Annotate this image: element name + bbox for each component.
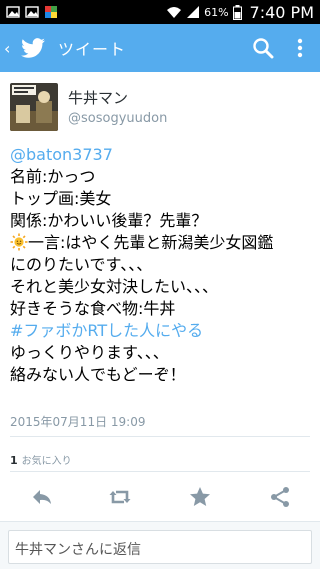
favorite-star-icon[interactable] <box>188 485 212 509</box>
battery-icon <box>232 4 242 20</box>
tweet-line: それと美少女対決したい、、、 <box>10 277 219 296</box>
tweet-actions <box>0 485 320 515</box>
reply-icon[interactable] <box>30 485 54 509</box>
reply-bar: 牛丼マンさんに返信 <box>0 521 320 569</box>
screen-title: ツイート <box>58 40 127 59</box>
wifi-icon <box>167 7 182 18</box>
favorites-label: お気に入り <box>21 456 72 467</box>
tweet-timestamp: 2015年07月11日 19:09 <box>10 415 146 429</box>
tweet-line: 絡みない人でもどーぞ！ <box>10 365 186 384</box>
tweet-line: トップ画:美女 <box>10 189 112 208</box>
divider <box>10 436 310 437</box>
tweet-line: 好きそうな食べ物:牛丼 <box>10 299 176 318</box>
tweet-line-text: 一言:はやく先輩と新潟美少女図鑑 <box>28 233 274 252</box>
signal-icon <box>187 6 200 18</box>
author-name[interactable]: 牛丼マン <box>68 87 128 108</box>
retweet-icon[interactable] <box>108 485 132 509</box>
tweet-line: 名前:かっつ <box>10 167 96 186</box>
notification-icons <box>6 5 58 19</box>
tweet-text: @baton3737 名前:かっつ トップ画:美女 関係:かわいい後輩？先輩？ … <box>10 144 315 386</box>
mention-link[interactable]: @baton3737 <box>10 144 315 166</box>
tweet-line: ゆっくりやります、、、 <box>10 343 169 362</box>
image-icon <box>25 6 39 18</box>
image-icon <box>6 6 20 18</box>
tweet-detail-screen: 61% 7:40 PM ‹ ツイート 牛丼マン @sosogyuudon @ba… <box>0 0 320 569</box>
status-bar: 61% 7:40 PM <box>0 0 320 24</box>
search-icon[interactable] <box>252 37 274 59</box>
share-icon[interactable] <box>268 485 292 509</box>
hashtag-link[interactable]: #ファボかRTした人にやる <box>10 320 315 342</box>
app-icon <box>45 6 57 18</box>
tweet-author[interactable]: 牛丼マン @sosogyuudon <box>10 83 310 131</box>
author-handle[interactable]: @sosogyuudon <box>68 111 167 126</box>
clock: 7:40 PM <box>249 2 314 22</box>
tweet-line-with-emoji: 一言:はやく先輩と新潟美少女図鑑 <box>10 232 315 254</box>
action-bar: ‹ ツイート <box>0 24 320 72</box>
overflow-menu-icon[interactable] <box>288 37 312 59</box>
favorites-count[interactable]: 1 お気に入り <box>10 452 72 467</box>
battery-percent: 61% <box>204 5 229 19</box>
reply-input[interactable]: 牛丼マンさんに返信 <box>8 530 312 564</box>
sun-emoji-icon <box>10 233 28 251</box>
favorites-number: 1 <box>10 454 18 467</box>
divider <box>10 471 310 472</box>
tweet-line: にのりたいです、、、 <box>10 255 153 274</box>
tweet-line: 関係:かわいい後輩？先輩？ <box>10 211 208 230</box>
avatar[interactable] <box>10 83 58 131</box>
back-arrow-icon[interactable]: ‹ <box>4 39 18 58</box>
twitter-bird-icon[interactable] <box>20 35 46 61</box>
